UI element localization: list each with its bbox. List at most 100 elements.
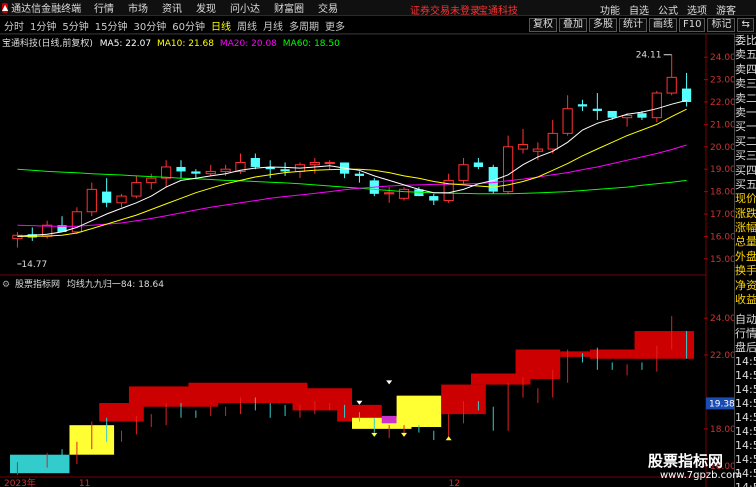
candle-body-up (651, 92, 662, 119)
side-label-0: 委比 (735, 34, 756, 47)
candle-body-up (309, 161, 320, 166)
period-tab-5[interactable]: 60分钟 (172, 18, 205, 33)
app-logo-icon: ▲ (2, 2, 9, 13)
toolbar-button-2[interactable]: 多股 (589, 18, 617, 32)
side-label-16: 换手 (735, 264, 756, 278)
app-title: 通达信金融终端 (11, 4, 82, 15)
toolbar-button-7[interactable]: ⇆ (737, 18, 754, 32)
menu-ask[interactable]: 问小达 (230, 0, 260, 15)
menu-discover[interactable]: 发现 (196, 0, 216, 15)
candle-body-up (562, 108, 573, 134)
candle-body-up (398, 188, 410, 199)
period-tab-0[interactable]: 分时 (4, 18, 24, 33)
app-window: ▲ 通达信金融终端 行情 市场 资讯 发现 问小达 财富圈 交易 证券交易未登录… (0, 0, 756, 487)
tick-label-10: 14:5 (735, 453, 756, 467)
triangle-marker (386, 380, 393, 385)
candle-body-up (384, 192, 395, 195)
tick-label-4: 14:5 (735, 369, 756, 383)
tick-label-2: 盘后 (735, 341, 756, 355)
side-label-4: 卖二 (735, 91, 756, 105)
main-axis-label-9: 15.00 (710, 255, 734, 265)
candle-body-up (131, 182, 142, 197)
indicator-block (515, 349, 561, 380)
tick-label-3: 14:5 (735, 355, 756, 369)
candle-body-down (637, 113, 647, 118)
candle-body-down (607, 110, 617, 118)
tick-label-0: 自动 (735, 313, 756, 327)
toolbar-button-6[interactable]: 标记 (707, 18, 736, 32)
current-stock-name: 宝通科技 (478, 6, 518, 17)
period-tab-6[interactable]: 日线 (211, 18, 231, 33)
menu-market[interactable]: 市场 (128, 0, 148, 15)
side-label-5: 卖一 (735, 105, 756, 119)
watermark-url: www.7gpzb.com (660, 470, 742, 481)
guest-label[interactable]: 游客 (716, 2, 736, 17)
menu-formula[interactable]: 公式 (658, 2, 678, 17)
sub-price-axis: 24.0022.0019.3818.0016.00 (704, 314, 734, 472)
main-axis-label-2: 22.00 (710, 98, 734, 108)
period-tab-8[interactable]: 月线 (263, 18, 283, 33)
toolbar-button-0[interactable]: 复权 (529, 18, 557, 32)
menu-trade[interactable]: 交易 (318, 0, 338, 15)
candle-body-up (458, 164, 469, 181)
menu-watchlist[interactable]: 自选 (629, 2, 649, 17)
side-label-9: 买四 (735, 163, 756, 177)
triangle-marker (371, 432, 378, 437)
period-tab-1[interactable]: 1分钟 (30, 18, 56, 33)
candle-body-down (102, 191, 112, 203)
candle-body-up (324, 161, 335, 164)
high-price-label: 24.11 (636, 51, 662, 61)
period-tab-2[interactable]: 5分钟 (62, 18, 88, 33)
candle-body-down (354, 173, 365, 176)
login-notice[interactable]: 证券交易未登录 (410, 2, 480, 17)
candle-body-down (473, 162, 484, 167)
side-label-8: 买三 (735, 149, 756, 163)
triangle-marker (356, 400, 363, 405)
candle-body-down (681, 88, 692, 102)
toolbar-button-3[interactable]: 统计 (619, 18, 647, 32)
period-tab-3[interactable]: 15分钟 (95, 18, 128, 33)
sub-axis-label-1: 22.00 (710, 351, 734, 361)
candle-body-down (250, 158, 260, 167)
candle-body-up (220, 168, 231, 172)
toolbar-button-1[interactable]: 叠加 (559, 18, 587, 32)
period-tab-10[interactable]: 更多 (325, 18, 345, 33)
candle-body-up (116, 195, 127, 204)
kline-chart[interactable]: 24.00 23.00 22.00 21.00 20.00 19.00 18.00 17.00… (0, 34, 734, 487)
side-label-6: 买一 (735, 120, 756, 134)
tick-label-5: 14:5 (735, 383, 756, 397)
candle-body-up (161, 166, 172, 179)
side-label-12: 涨跌 (735, 206, 756, 220)
candle-body-up (547, 132, 558, 150)
menu-options[interactable]: 选项 (687, 2, 707, 17)
menu-news[interactable]: 资讯 (162, 0, 182, 15)
candle-body-down (280, 169, 290, 172)
low-price-label: 14.77 (21, 260, 47, 270)
candle-body-up (86, 188, 97, 213)
candle-body-up (146, 177, 157, 184)
side-label-10: 买五 (735, 177, 756, 191)
ma20-line (17, 144, 687, 227)
sub-axis-label-0: 24.00 (710, 314, 734, 324)
period-tab-7[interactable]: 周线 (237, 18, 257, 33)
menu-function[interactable]: 功能 (600, 2, 620, 17)
menu-wealth[interactable]: 财富圈 (274, 0, 304, 15)
indicator-block (188, 382, 308, 404)
tick-label-1: 行情 (735, 327, 756, 341)
toolbar-button-4[interactable]: 画线 (649, 18, 677, 32)
tick-list-labels: 自动行情盘后14:514:514:514:514:514:514:514:514… (735, 313, 756, 487)
tick-label-9: 14:5 (735, 439, 756, 453)
menu-quotes[interactable]: 行情 (94, 0, 114, 15)
tick-label-6: 14:5 (735, 397, 756, 411)
main-axis-label-4: 20.00 (710, 143, 734, 153)
period-tab-9[interactable]: 多周期 (289, 18, 319, 33)
main-axis-label-1: 23.00 (710, 76, 734, 86)
period-tab-4[interactable]: 30分钟 (133, 18, 166, 33)
sub-axis-label-3: 18.00 (710, 425, 734, 435)
chart-toolbar: 复权 叠加 多股 统计 画线 F10 标记 ⇆ (529, 18, 756, 32)
candle-body-down (592, 108, 602, 111)
indicator-block (634, 331, 694, 359)
side-label-18: 收益 (735, 293, 756, 307)
indicator-block (381, 415, 397, 424)
toolbar-button-5[interactable]: F10 (679, 18, 706, 32)
